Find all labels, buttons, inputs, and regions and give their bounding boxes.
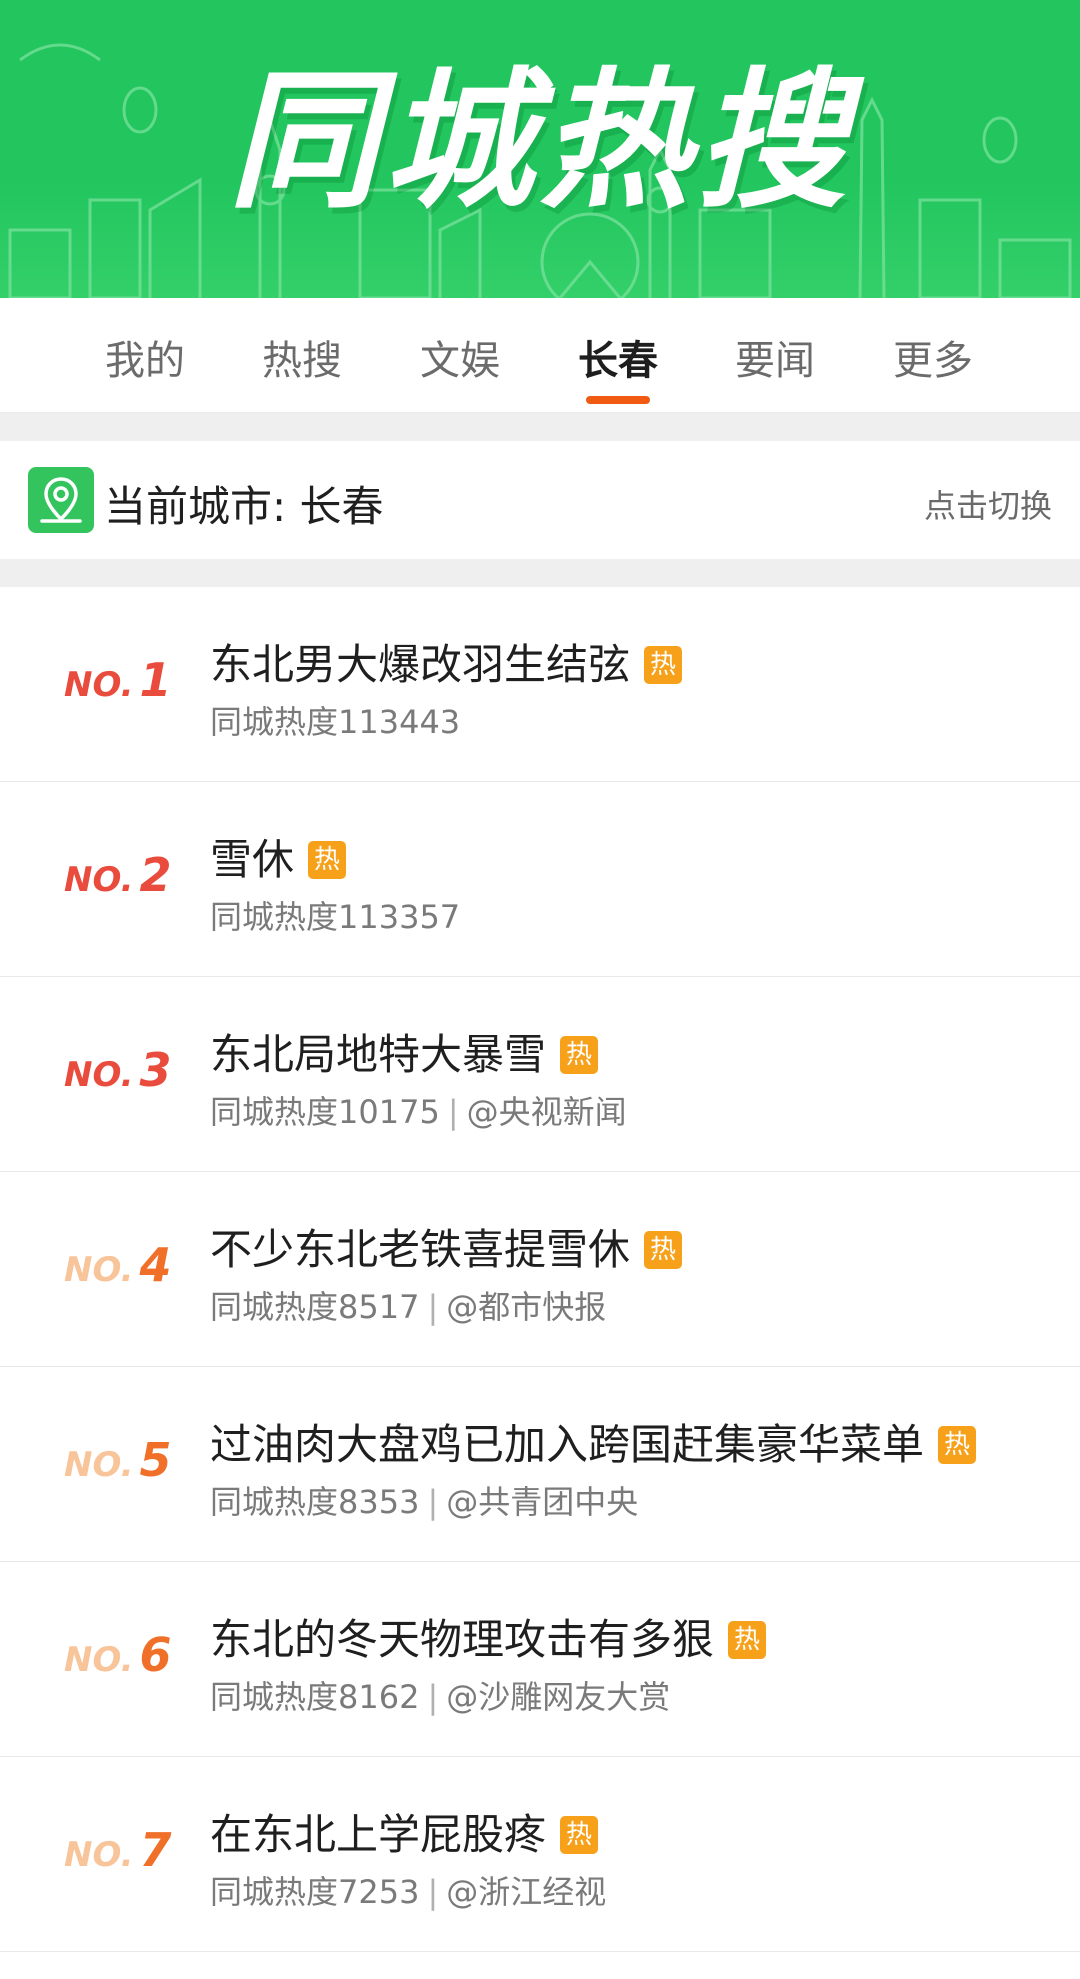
tab-mine[interactable]: 我的 [90, 328, 200, 386]
tab-changchun[interactable]: 长春 [563, 328, 673, 386]
item-title: 雪休热 [210, 826, 347, 887]
current-city-row: 当前城市: 长春 点击切换 [0, 441, 1080, 559]
hot-badge: 热 [938, 1426, 977, 1464]
tab-news[interactable]: 要闻 [720, 328, 830, 386]
hot-badge: 热 [644, 646, 683, 684]
item-meta: 同城热度113357 [210, 898, 461, 936]
hot-badge: 热 [560, 1816, 599, 1854]
rank-label: NO. 2 [64, 848, 172, 902]
hot-badge: 热 [560, 1036, 599, 1074]
rank-label: NO. 6 [64, 1628, 172, 1682]
list-item[interactable]: NO. 4 不少东北老铁喜提雪休热 同城热度8517 | @都市快报 [0, 1172, 1080, 1367]
list-item[interactable]: NO. 3 东北局地特大暴雪热 同城热度10175 | @央视新闻 [0, 977, 1080, 1172]
hot-badge: 热 [728, 1621, 767, 1659]
list-item[interactable]: NO. 2 雪休热 同城热度113357 [0, 782, 1080, 977]
tab-bar: 我的 热搜 文娱 长春 要闻 更多 [0, 298, 1080, 413]
rank-label: NO. 7 [64, 1823, 172, 1877]
switch-city-button[interactable]: 点击切换 [924, 481, 1052, 527]
hot-badge: 热 [644, 1231, 683, 1269]
source-label[interactable]: @浙江经视 [446, 1873, 606, 1911]
item-meta: 同城热度8517 | @都市快报 [210, 1288, 607, 1326]
tab-hot-search[interactable]: 热搜 [247, 328, 357, 386]
item-meta: 同城热度10175 | @央视新闻 [210, 1093, 627, 1131]
divider [0, 559, 1080, 587]
rank-label: NO. 3 [64, 1043, 172, 1097]
list-item[interactable]: NO. 1 东北男大爆改羽生结弦热 同城热度113443 [0, 587, 1080, 782]
item-title: 在东北上学屁股疼热 [210, 1801, 599, 1862]
source-label[interactable]: @都市快报 [446, 1288, 606, 1326]
rank-label: NO. 1 [64, 653, 172, 707]
tab-more[interactable]: 更多 [878, 328, 988, 386]
banner: 同城热搜 [0, 0, 1080, 298]
hot-badge: 热 [308, 841, 347, 879]
banner-title: 同城热搜 [227, 55, 852, 229]
rank-label: NO. 4 [64, 1238, 172, 1292]
divider [0, 413, 1080, 441]
source-label[interactable]: @共青团中央 [446, 1483, 638, 1521]
list-item[interactable]: NO. 7 在东北上学屁股疼热 同城热度7253 | @浙江经视 [0, 1757, 1080, 1952]
item-title: 过油肉大盘鸡已加入跨国赶集豪华菜单热 [210, 1411, 977, 1472]
current-city-label: 当前城市: 长春 [104, 482, 384, 531]
item-meta: 同城热度8353 | @共青团中央 [210, 1483, 639, 1521]
hot-search-list: NO. 1 东北男大爆改羽生结弦热 同城热度113443 NO. 2 雪休热 同城热… [0, 587, 1080, 1952]
source-label[interactable]: @沙雕网友大赏 [446, 1678, 670, 1716]
tab-entertainment[interactable]: 文娱 [405, 328, 515, 386]
item-meta: 同城热度7253 | @浙江经视 [210, 1873, 607, 1911]
item-title: 东北男大爆改羽生结弦热 [210, 631, 683, 692]
source-label[interactable]: @央视新闻 [467, 1093, 627, 1131]
list-item[interactable]: NO. 6 东北的冬天物理攻击有多狠热 同城热度8162 | @沙雕网友大赏 [0, 1562, 1080, 1757]
item-title: 东北局地特大暴雪热 [210, 1021, 599, 1082]
rank-label: NO. 5 [64, 1433, 172, 1487]
item-title: 东北的冬天物理攻击有多狠热 [210, 1606, 767, 1667]
list-item[interactable]: NO. 5 过油肉大盘鸡已加入跨国赶集豪华菜单热 同城热度8353 | @共青团中央 [0, 1367, 1080, 1562]
item-title: 不少东北老铁喜提雪休热 [210, 1216, 683, 1277]
item-meta: 同城热度8162 | @沙雕网友大赏 [210, 1678, 671, 1716]
active-tab-indicator [586, 396, 650, 404]
location-pin-icon [28, 467, 94, 533]
item-meta: 同城热度113443 [210, 703, 461, 741]
